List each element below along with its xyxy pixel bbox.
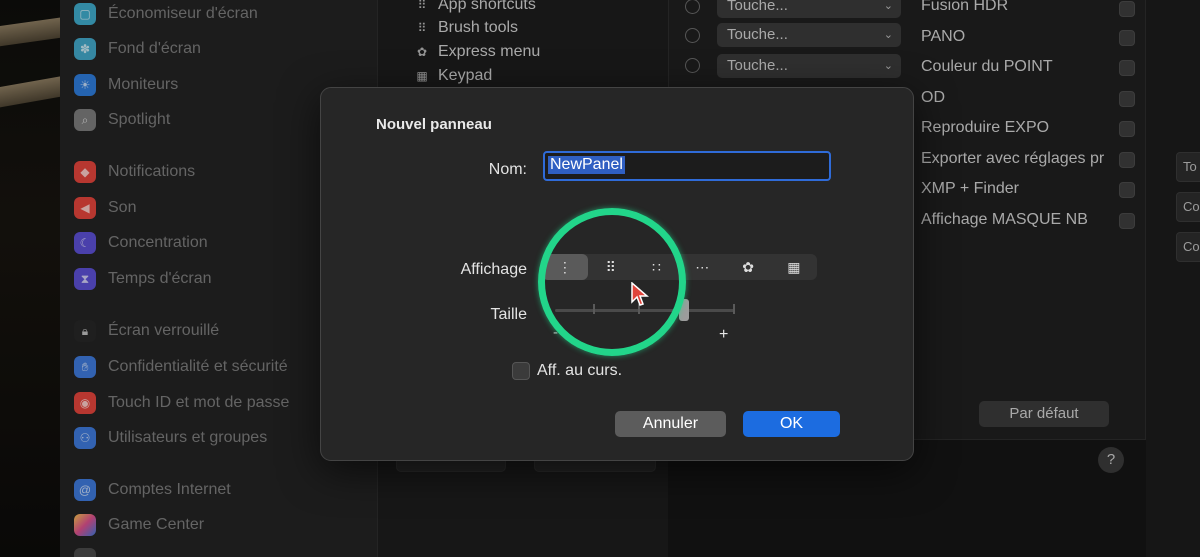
ok-button[interactable]: OK — [743, 411, 840, 437]
mouse-pointer-icon — [631, 282, 649, 306]
slider-tick — [733, 304, 735, 314]
dialog-title: Nouvel panneau — [376, 116, 492, 133]
display-option-radial[interactable]: ✿ — [725, 254, 771, 280]
display-label: Affichage — [460, 261, 527, 278]
display-option-row[interactable]: ⋯ — [679, 254, 725, 280]
name-input-value: NewPanel — [548, 156, 625, 174]
tutorial-highlight-ring — [538, 208, 686, 356]
size-label: Taille — [490, 306, 527, 323]
cursor-checkbox-label: Aff. au curs. — [537, 362, 623, 379]
cursor-checkbox[interactable] — [512, 362, 530, 380]
size-plus-label: + — [719, 326, 729, 343]
name-label: Nom: — [488, 161, 527, 178]
display-option-keypad[interactable]: ▦ — [771, 254, 817, 280]
cancel-button[interactable]: Annuler — [615, 411, 726, 437]
name-input[interactable]: NewPanel — [543, 151, 831, 181]
